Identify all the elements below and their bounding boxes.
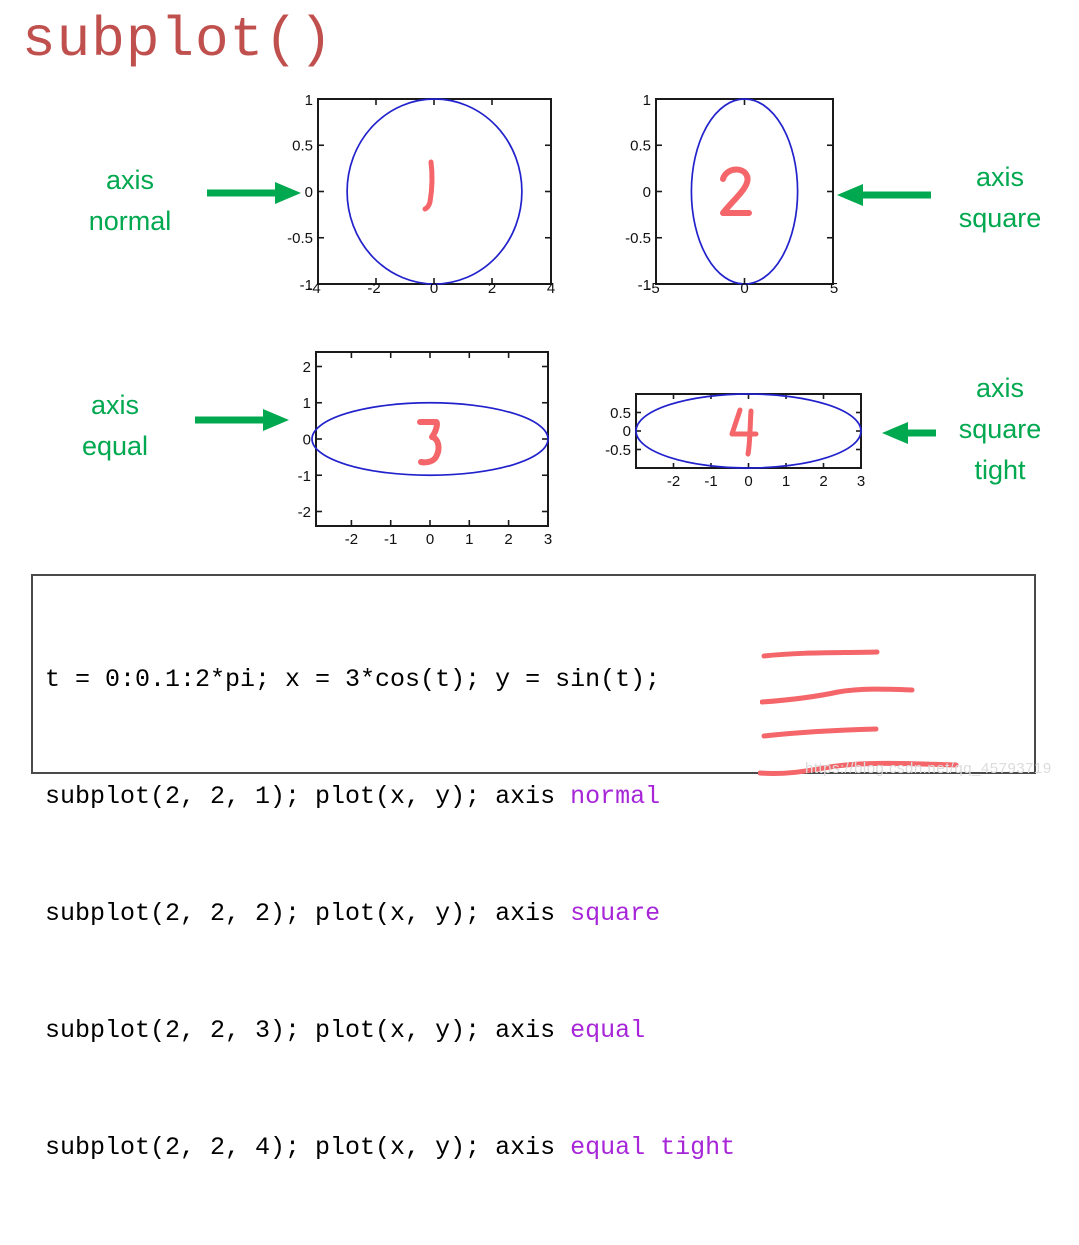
plot-axis-square: -5 0 5 -1 -0.5 0 0.5 1 xyxy=(618,86,858,301)
plot-4-xtick-2: 0 xyxy=(744,473,752,490)
annotation-line: axis xyxy=(90,390,139,420)
page-title: subplot() xyxy=(22,8,334,72)
plot-3-xtick-5: 3 xyxy=(544,531,552,548)
plot-1-xticks xyxy=(317,99,552,284)
annotation-line: axis xyxy=(975,373,1024,403)
annotation-axis-normal: axis normal xyxy=(60,160,200,242)
plot-3-ytick-0: -2 xyxy=(298,504,311,521)
plot-3-xtick-1: -1 xyxy=(384,531,397,548)
plot-3-svg: -2 -1 0 1 2 3 -2 -1 0 1 2 xyxy=(298,351,553,548)
code-line-4-keyword: equal xyxy=(570,1016,646,1045)
plot-2-xtick-1: 0 xyxy=(740,280,748,297)
plot-2-ytick-2: 0 xyxy=(643,184,651,201)
plot-1-curve xyxy=(346,98,523,285)
code-line-5: subplot(2, 2, 4); plot(x, y); axis equal… xyxy=(45,1128,735,1167)
plot-3-ytick-3: 1 xyxy=(303,395,311,412)
plot-2-ytick-3: 0.5 xyxy=(630,138,651,155)
plot-4-xtick-0: -2 xyxy=(667,473,680,490)
plot-2-ytick-1: -0.5 xyxy=(625,230,651,247)
plot-3-xtick-0: -2 xyxy=(345,531,358,548)
plot-3-xticks xyxy=(350,352,549,526)
plot-1-frame xyxy=(317,98,552,285)
plot-1-ytick-0: -1 xyxy=(300,277,313,294)
plot-4-ytick-2: 0.5 xyxy=(610,405,631,422)
plot-4-xtick-1: -1 xyxy=(704,473,717,490)
plot-2-ytick-4: 1 xyxy=(643,92,651,109)
plot-3-xtick-4: 2 xyxy=(504,531,512,548)
plot-1-ticklabels: -4 -2 0 2 4 -1 -0.5 0 0.5 1 xyxy=(287,92,555,297)
annotation-line: normal xyxy=(88,206,172,236)
plot-4-ytick-1: 0 xyxy=(623,423,631,440)
plot-1-handwritten-1 xyxy=(422,159,435,212)
plot-1-ytick-4: 1 xyxy=(305,92,313,109)
plot-2-handwritten-2 xyxy=(720,166,752,216)
code-line-3-keyword: square xyxy=(570,899,661,928)
plot-4-svg: -2 -1 0 1 2 3 -0.5 0 0.5 xyxy=(605,393,865,490)
code-line-3-text: subplot(2, 2, 2); plot(x, y); axis xyxy=(45,899,571,928)
annotation-line: square xyxy=(958,414,1042,444)
plot-1-xtick-2: 0 xyxy=(430,280,438,297)
plot-1-svg: -4 -2 0 2 4 -1 -0.5 0 0.5 1 xyxy=(287,92,555,297)
plot-1-ytick-2: 0 xyxy=(305,184,313,201)
code-line-4-text: subplot(2, 2, 3); plot(x, y); axis xyxy=(45,1016,571,1045)
plot-2-xtick-2: 5 xyxy=(830,280,838,297)
plot-1-yticks xyxy=(318,98,551,285)
code-line-5-keyword: equal tight xyxy=(570,1133,736,1162)
plot-3-xtick-2: 0 xyxy=(426,531,434,548)
annotation-line: equal xyxy=(81,431,149,461)
plot-3-ytick-1: -1 xyxy=(298,468,311,485)
plot-4-ytick-0: -0.5 xyxy=(605,442,631,459)
code-lines: t = 0:0.1:2*pi; x = 3*cos(t); y = sin(t)… xyxy=(45,582,735,1245)
plot-4-xtick-4: 2 xyxy=(819,473,827,490)
annotation-line: square xyxy=(958,203,1042,233)
code-line-1-text: t = 0:0.1:2*pi; x = 3*cos(t); y = sin(t)… xyxy=(45,665,661,694)
plot-4-xticks xyxy=(672,394,862,468)
plot-2-ytick-0: -1 xyxy=(638,277,651,294)
plot-1-xtick-4: 4 xyxy=(547,280,555,297)
plot-3-xtick-3: 1 xyxy=(465,531,473,548)
annotation-line: axis xyxy=(105,165,154,195)
plot-3-ytick-4: 2 xyxy=(303,359,311,376)
arrow-left-icon-4 xyxy=(882,422,936,444)
plot-4-handwritten-4 xyxy=(729,407,759,457)
annotation-line: tight xyxy=(974,455,1026,485)
plot-4-xtick-3: 1 xyxy=(782,473,790,490)
annotation-axis-equal: axis equal xyxy=(45,385,185,467)
code-line-4: subplot(2, 2, 3); plot(x, y); axis equal xyxy=(45,1011,735,1050)
plot-1-xtick-3: 2 xyxy=(488,280,496,297)
watermark: https://blog.csdn.net/qq_45793719 xyxy=(805,760,1052,777)
code-line-1: t = 0:0.1:2*pi; x = 3*cos(t); y = sin(t)… xyxy=(45,660,735,699)
code-line-3: subplot(2, 2, 2); plot(x, y); axis squar… xyxy=(45,894,735,933)
plot-3-ytick-2: 0 xyxy=(303,432,311,449)
code-line-5-text: subplot(2, 2, 4); plot(x, y); axis xyxy=(45,1133,571,1162)
plot-axis-normal: -4 -2 0 2 4 -1 -0.5 0 0.5 1 xyxy=(278,86,568,301)
plot-2-svg: -5 0 5 -1 -0.5 0 0.5 1 xyxy=(625,92,838,297)
plot-axis-equal: -2 -1 0 1 2 3 -2 -1 0 1 2 xyxy=(278,340,568,555)
annotation-line: axis xyxy=(975,162,1024,192)
plot-3-handwritten-3 xyxy=(417,419,442,466)
annotation-axis-square: axis square xyxy=(930,157,1070,239)
plot-axis-square-tight: -2 -1 0 1 2 3 -0.5 0 0.5 xyxy=(598,382,878,502)
plot-3-ticklabels: -2 -1 0 1 2 3 -2 -1 0 1 2 xyxy=(298,359,553,548)
plot-4-xtick-5: 3 xyxy=(857,473,865,490)
plot-1-xtick-1: -2 xyxy=(367,280,380,297)
plot-1-ytick-1: -0.5 xyxy=(287,230,313,247)
plot-1-ytick-3: 0.5 xyxy=(292,138,313,155)
plot-2-ticklabels: -5 0 5 -1 -0.5 0 0.5 1 xyxy=(625,92,838,297)
code-block: t = 0:0.1:2*pi; x = 3*cos(t); y = sin(t)… xyxy=(31,574,1036,1162)
annotation-axis-square-tight: axis square tight xyxy=(930,368,1070,491)
